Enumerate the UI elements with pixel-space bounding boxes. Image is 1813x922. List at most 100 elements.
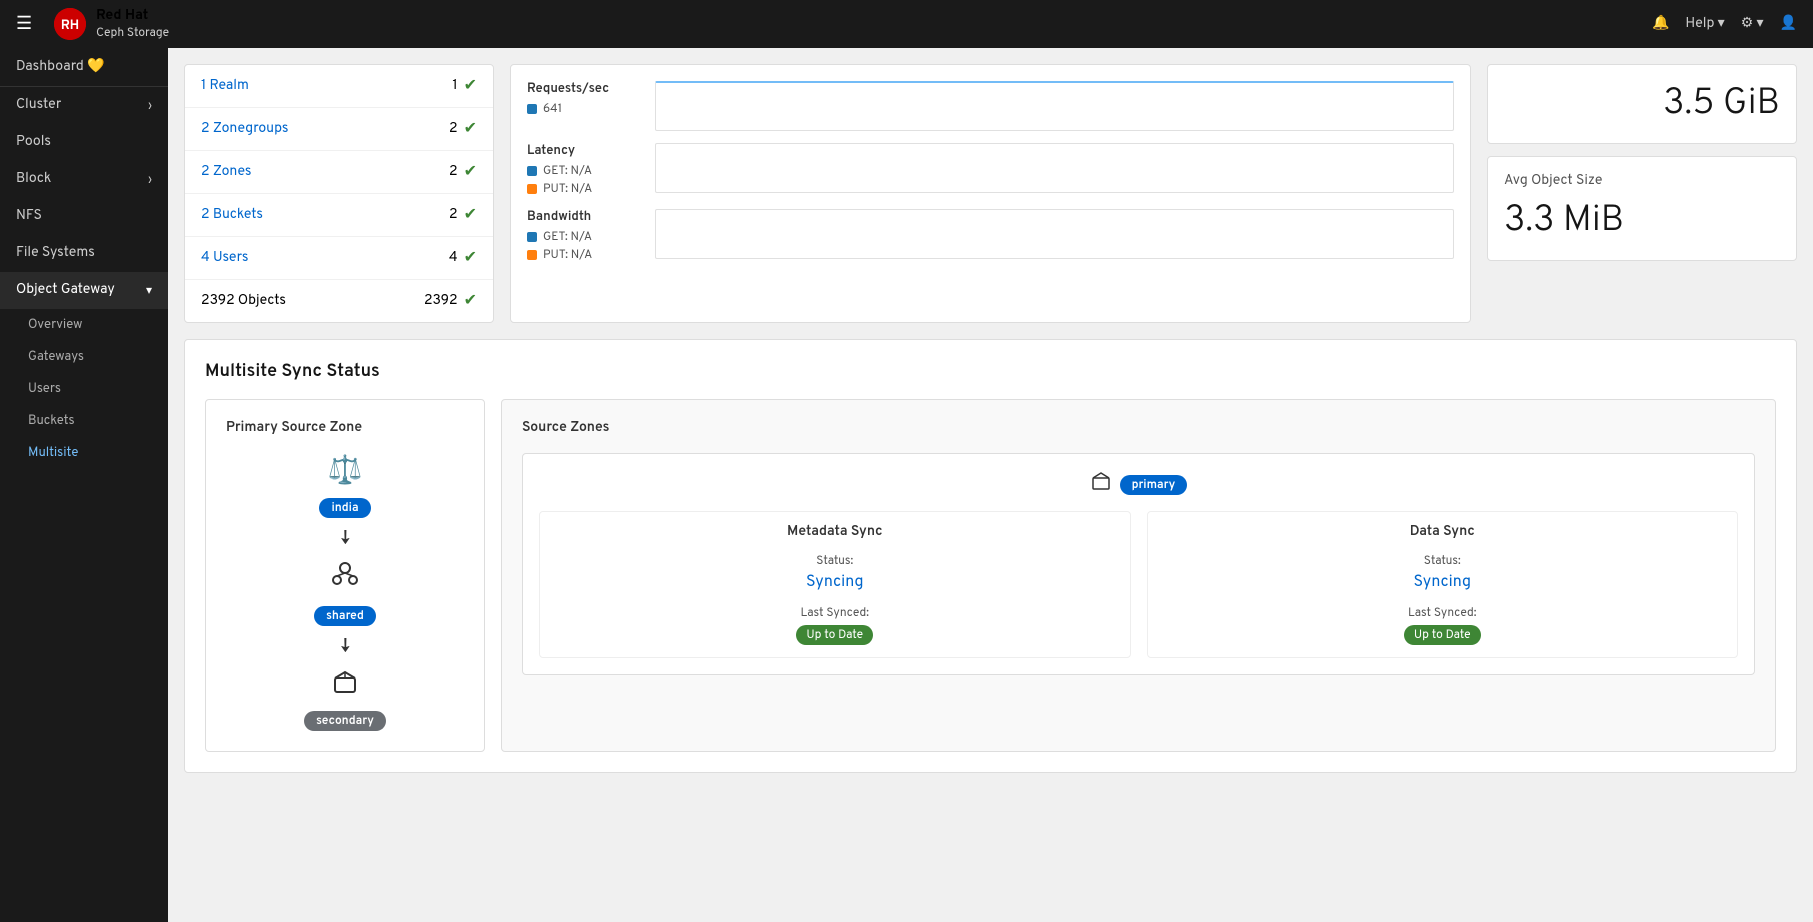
chart-latency-legend-item-0: GET: N/A: [527, 163, 647, 179]
chart-requests-area: [655, 81, 1454, 131]
chart-requests-area-container: 50: [655, 81, 1454, 131]
sidebar-item-block[interactable]: Block ›: [0, 161, 168, 198]
sidebar-sub-users[interactable]: Users: [0, 373, 168, 405]
chart-latency-area: [655, 143, 1454, 193]
zone-detail-header: primary: [539, 470, 1738, 499]
chart-requests-left: Requests/sec 641: [527, 81, 647, 117]
details-panel: 1 Realm 1 ✔ 2 Zonegroups 2 ✔ 2 Zones 2 ✔…: [184, 64, 494, 323]
objects-count: 2392 ✔: [424, 290, 477, 312]
data-sync-title: Data Sync: [1160, 524, 1726, 541]
detail-row-buckets: 2 Buckets 2 ✔: [185, 194, 493, 237]
zonegroups-link[interactable]: 2 Zonegroups: [201, 121, 289, 138]
detail-row-realm: 1 Realm 1 ✔: [185, 65, 493, 108]
chart-requests: Requests/sec 641 50: [527, 81, 1454, 131]
sidebar-og-arrow: ▾: [146, 283, 152, 299]
chart-bandwidth-area-container: 1 0.5: [655, 209, 1454, 259]
buckets-link[interactable]: 2 Buckets: [201, 207, 263, 224]
chart-requests-title: Requests/sec: [527, 81, 647, 97]
objects-ok-icon: ✔: [464, 290, 477, 312]
data-sync-status-value: Syncing: [1160, 573, 1726, 593]
realm-link[interactable]: 1 Realm: [201, 78, 249, 95]
brand-text: Red Hat Ceph Storage: [96, 8, 169, 41]
sidebar-cluster-arrow: ›: [148, 98, 152, 114]
chart-bandwidth-legend-item-0: GET: N/A: [527, 229, 647, 245]
chart-latency-left: Latency GET: N/A PUT: N/A: [527, 143, 647, 197]
sidebar-sub-multisite[interactable]: Multisite: [0, 437, 168, 469]
svg-text:RH: RH: [61, 18, 79, 34]
data-sync-last-badge: Up to Date: [1404, 625, 1481, 645]
topnav-right: 🔔 Help ▾ ⚙ ▾ 👤: [1652, 15, 1797, 33]
top-metric-value: 3.5 GiB: [1504, 81, 1780, 127]
source-zones-panel: Source Zones primary: [501, 399, 1776, 752]
sidebar: Dashboard 💛 Cluster › Pools Block › NFS …: [0, 48, 168, 922]
zones-count: 2 ✔: [449, 161, 477, 183]
zone-detail-cube-icon: [1090, 470, 1112, 492]
sidebar-sub-buckets[interactable]: Buckets: [0, 405, 168, 437]
brand-logo: RH: [54, 8, 86, 40]
latency-legend-label-put: PUT: N/A: [543, 181, 592, 197]
tools-menu[interactable]: ⚙ ▾: [1741, 15, 1764, 33]
chart-bandwidth: Bandwidth GET: N/A PUT: N/A: [527, 209, 1454, 263]
users-link[interactable]: 4 Users: [201, 250, 248, 267]
requests-legend-label-0: 641: [543, 101, 562, 117]
zones-link[interactable]: 2 Zones: [201, 164, 251, 181]
zonegroups-ok-icon: ✔: [464, 118, 477, 140]
stats-section: 1 Realm 1 ✔ 2 Zonegroups 2 ✔ 2 Zones 2 ✔…: [168, 48, 1813, 323]
chart-requests-legend: 641: [527, 101, 647, 117]
help-menu[interactable]: Help ▾: [1685, 15, 1724, 33]
sidebar-item-filesystems[interactable]: File Systems: [0, 235, 168, 272]
sidebar-item-cluster[interactable]: Cluster ›: [0, 87, 168, 124]
bandwidth-legend-label-put: PUT: N/A: [543, 247, 592, 263]
notification-icon[interactable]: 🔔: [1652, 15, 1669, 33]
zonegroups-count: 2 ✔: [449, 118, 477, 140]
zone-detail-card: primary Metadata Sync Status: Syncing La…: [522, 453, 1755, 675]
latency-legend-dot-get: [527, 166, 537, 176]
avg-object-size-title: Avg Object Size: [1504, 173, 1780, 190]
zone-flow: ⚖️ india ↓: [304, 453, 386, 731]
brand-name: Red Hat: [96, 8, 169, 25]
sidebar-item-pools-label: Pools: [16, 134, 51, 151]
realm-count: 1 ✔: [452, 75, 477, 97]
chart-latency-container: Latency GET: N/A PUT: N/A: [527, 143, 1454, 197]
detail-row-objects: 2392 Objects 2392 ✔: [185, 280, 493, 322]
shared-icon-svg: [331, 560, 359, 588]
bandwidth-legend-label-get: GET: N/A: [543, 229, 592, 245]
sidebar-sub-overview[interactable]: Overview: [0, 309, 168, 341]
sidebar-block-arrow: ›: [148, 172, 152, 188]
top-metric-card: 3.5 GiB: [1487, 64, 1797, 144]
sidebar-item-dashboard[interactable]: Dashboard 💛: [0, 48, 168, 86]
arrow-down-1: ↓: [340, 526, 349, 552]
brand: ☰ RH Red Hat Ceph Storage: [16, 8, 169, 41]
latency-legend-label-get: GET: N/A: [543, 163, 592, 179]
zones-ok-icon: ✔: [464, 161, 477, 183]
india-badge: india: [319, 498, 370, 518]
metadata-sync-last-badge: Up to Date: [796, 625, 873, 645]
data-sync-last-label: Last Synced:: [1160, 605, 1726, 621]
primary-zone-card-title: Primary Source Zone: [226, 420, 362, 437]
metadata-sync-col: Metadata Sync Status: Syncing Last Synce…: [539, 511, 1131, 658]
secondary-icon-svg: [331, 668, 359, 696]
realm-ok-icon: ✔: [464, 75, 477, 97]
users-ok-icon: ✔: [464, 247, 477, 269]
sidebar-item-object-gateway[interactable]: Object Gateway ▾: [0, 272, 168, 309]
user-icon[interactable]: 👤: [1780, 15, 1797, 33]
sidebar-item-object-gateway-label: Object Gateway: [16, 282, 115, 299]
chart-bandwidth-title: Bandwidth: [527, 209, 647, 225]
chart-bandwidth-left: Bandwidth GET: N/A PUT: N/A: [527, 209, 647, 263]
chart-latency-area-container: 1 0.5: [655, 143, 1454, 193]
zone-detail-icon: [1090, 470, 1112, 499]
hamburger-icon[interactable]: ☰: [16, 13, 32, 36]
sidebar-item-nfs[interactable]: NFS: [0, 198, 168, 235]
sidebar-sub-gateways[interactable]: Gateways: [0, 341, 168, 373]
source-zones-title: Source Zones: [522, 420, 1755, 437]
sidebar-item-nfs-label: NFS: [16, 208, 42, 225]
chart-bandwidth-container: Bandwidth GET: N/A PUT: N/A: [527, 209, 1454, 263]
chart-latency-title: Latency: [527, 143, 647, 159]
primary-zone-card: Primary Source Zone ⚖️ india ↓: [205, 399, 485, 752]
chart-bandwidth-legend: GET: N/A PUT: N/A: [527, 229, 647, 263]
latency-legend-dot-put: [527, 184, 537, 194]
metadata-sync-status-label: Status:: [552, 553, 1118, 569]
sidebar-item-pools[interactable]: Pools: [0, 124, 168, 161]
chart-requests-svg: [656, 83, 1453, 130]
chart-latency-legend: GET: N/A PUT: N/A: [527, 163, 647, 197]
